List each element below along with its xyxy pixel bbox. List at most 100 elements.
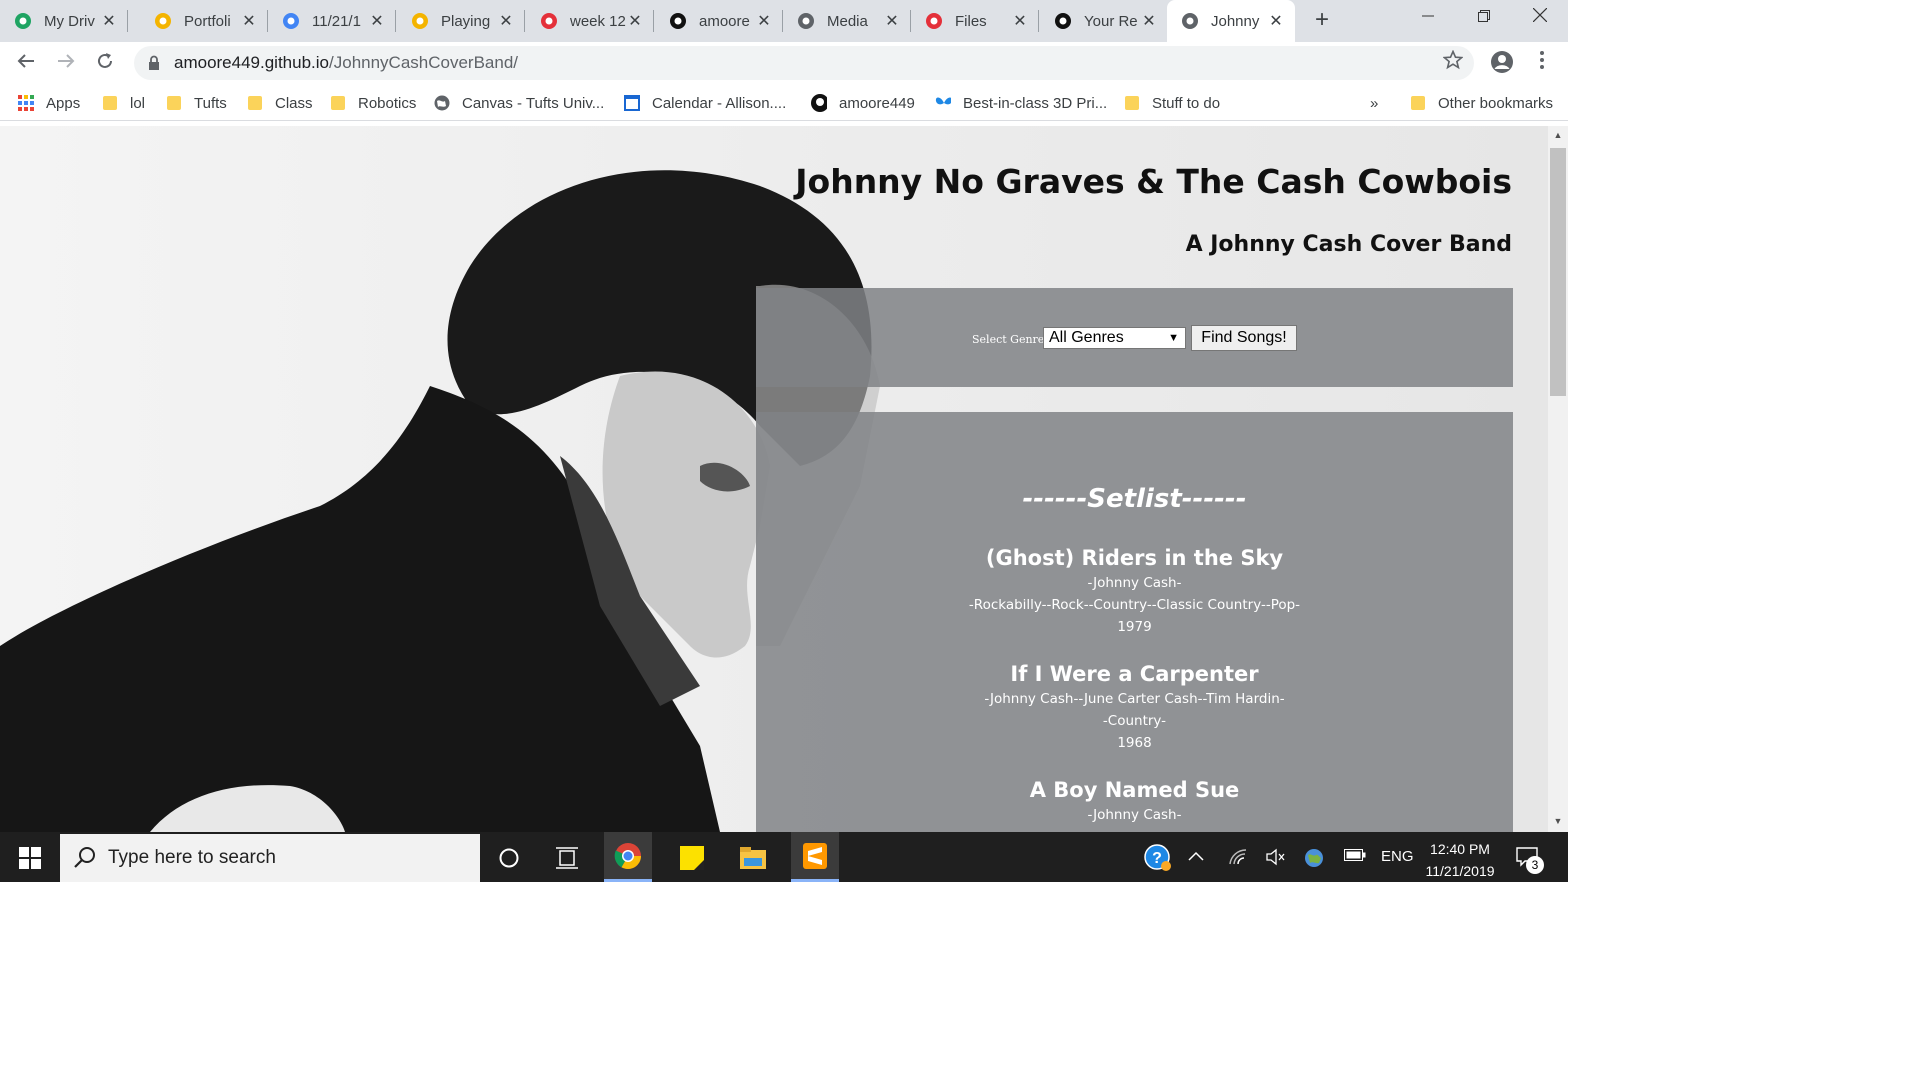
genre-select[interactable]: All Genres ▼ <box>1043 327 1186 349</box>
browser-tab[interactable]: Johnny ✕ <box>1167 0 1295 42</box>
more-bookmarks-button[interactable]: » <box>1370 92 1378 114</box>
browser-tab[interactable]: My Driv ✕ <box>0 0 128 42</box>
bookmark-item[interactable]: lol <box>102 92 145 114</box>
scroll-down-arrow-icon[interactable]: ▼ <box>1548 816 1568 832</box>
taskbar-sublime-text[interactable] <box>791 832 839 882</box>
song-title: (Ghost) Riders in the Sky <box>985 546 1284 570</box>
url-host: amoore449.github.io <box>174 53 330 72</box>
network-button[interactable] <box>1228 848 1248 870</box>
tab-close-icon[interactable]: ✕ <box>755 11 773 31</box>
other-bookmarks[interactable]: Other bookmarks <box>1410 92 1553 114</box>
tab-close-icon[interactable]: ✕ <box>1267 11 1285 31</box>
profile-button[interactable] <box>1488 50 1516 78</box>
song-artists: -Johnny Cash--June Carter Cash--Tim Hard… <box>984 691 1285 707</box>
browser-tab[interactable]: Your Re ✕ <box>1040 0 1168 42</box>
browser-tab[interactable]: Files ✕ <box>911 0 1039 42</box>
help-tray-icon[interactable]: ? <box>1136 838 1180 878</box>
forward-arrow-icon <box>58 54 75 68</box>
onedrive-tray-button[interactable] <box>1304 848 1324 872</box>
github-icon <box>1054 12 1072 30</box>
browser-tab[interactable]: week 12 ✕ <box>526 0 654 42</box>
task-view-button[interactable] <box>544 838 592 878</box>
tab-separator <box>1038 10 1039 32</box>
reload-button[interactable] <box>91 50 119 78</box>
bookmark-label: lol <box>130 94 146 112</box>
browser-tab[interactable]: Playing ✕ <box>397 0 525 42</box>
browser-tab[interactable]: 11/21/1 ✕ <box>268 0 396 42</box>
tab-close-icon[interactable]: ✕ <box>1011 11 1029 31</box>
taskbar-file-explorer[interactable] <box>729 838 777 878</box>
taskbar-sticky-notes[interactable] <box>668 838 716 878</box>
page-title: Johnny No Graves & The Cash Cowbois <box>795 162 1512 201</box>
browser-tab[interactable]: Media ✕ <box>783 0 911 42</box>
star-icon <box>1442 49 1464 70</box>
language-indicator[interactable]: ENG <box>1381 848 1414 865</box>
bookmark-item[interactable]: Robotics <box>330 92 416 114</box>
bookmark-label: amoore449 <box>839 94 915 112</box>
github-icon <box>811 94 827 112</box>
song-title: If I Were a Carpenter <box>1010 662 1259 686</box>
apps-grid-icon <box>18 95 34 111</box>
tab-close-icon[interactable]: ✕ <box>100 11 118 31</box>
url-text[interactable]: amoore449.github.io/JohnnyCashCoverBand/ <box>174 53 518 73</box>
globe-icon <box>797 12 815 30</box>
bookmark-item[interactable]: Calendar - Allison.... <box>624 92 786 114</box>
lock-icon <box>149 55 159 70</box>
forward-button[interactable] <box>52 50 80 78</box>
tab-title: Portfoli <box>184 12 231 30</box>
google-docs-icon <box>282 12 300 30</box>
svg-text:?: ? <box>1152 850 1162 867</box>
setlist-song: (Ghost) Riders in the Sky -Johnny Cash- -R… <box>756 544 1513 638</box>
setlist-panel: ------Setlist------ (Ghost) Riders in th… <box>756 412 1513 832</box>
clock[interactable]: 12:40 PM 11/21/2019 <box>1422 838 1498 882</box>
bookmark-label: Tufts <box>194 94 227 112</box>
bookmark-item[interactable]: Best-in-class 3D Pri... <box>935 92 1107 114</box>
find-songs-button[interactable]: Find Songs! <box>1191 325 1297 351</box>
globe-icon <box>434 95 450 111</box>
close-window-button[interactable] <box>1512 0 1568 36</box>
bookmark-item[interactable]: Canvas - Tufts Univ... <box>434 92 604 114</box>
tab-close-icon[interactable]: ✕ <box>497 11 515 31</box>
tab-close-icon[interactable]: ✕ <box>626 11 644 31</box>
url-path: /JohnnyCashCoverBand/ <box>329 53 519 72</box>
reload-icon <box>98 53 112 68</box>
volume-button[interactable] <box>1266 848 1286 870</box>
bookmark-star-button[interactable] <box>1439 49 1467 78</box>
bookmark-item[interactable]: Class <box>247 92 313 114</box>
bookmark-item[interactable]: Stuff to do <box>1124 92 1220 114</box>
back-button[interactable] <box>12 50 40 78</box>
tab-title: My Driv <box>44 12 95 30</box>
google-slides-icon <box>154 12 172 30</box>
dropdown-arrow-icon: ▼ <box>1168 332 1179 344</box>
web-page: Johnny No Graves & The Cash Cowbois A Jo… <box>0 126 1548 832</box>
minimize-button[interactable] <box>1400 0 1456 36</box>
setlist-title: ------Setlist------ <box>1022 484 1247 514</box>
start-button[interactable] <box>6 838 54 878</box>
show-hidden-icons-button[interactable] <box>1188 848 1204 865</box>
bookmark-item[interactable]: Apps <box>18 92 80 114</box>
notification-badge: 3 <box>1526 856 1544 874</box>
tab-close-icon[interactable]: ✕ <box>1140 11 1158 31</box>
scrollbar-thumb[interactable] <box>1550 148 1566 396</box>
tab-title: Media <box>827 12 868 30</box>
tab-close-icon[interactable]: ✕ <box>883 11 901 31</box>
battery-icon <box>1344 849 1366 861</box>
browser-tab[interactable]: amoore ✕ <box>655 0 783 42</box>
scroll-up-arrow-icon[interactable]: ▲ <box>1548 130 1568 146</box>
battery-button[interactable] <box>1344 848 1366 866</box>
bookmark-item[interactable]: amoore449 <box>811 92 915 114</box>
menu-button[interactable] <box>1528 50 1556 78</box>
search-placeholder: Type here to search <box>108 847 276 868</box>
cortana-button[interactable] <box>485 838 533 878</box>
action-center-button[interactable]: 3 <box>1516 846 1544 874</box>
globe-tray-icon <box>1305 849 1323 867</box>
tab-close-icon[interactable]: ✕ <box>240 11 258 31</box>
bookmark-label: Calendar - Allison.... <box>652 94 787 112</box>
browser-tab[interactable]: Portfoli ✕ <box>140 0 268 42</box>
song-artists: -Johnny Cash- <box>1087 575 1182 591</box>
taskbar-chrome[interactable] <box>604 832 652 882</box>
new-tab-button[interactable]: + <box>1308 6 1336 34</box>
tab-close-icon[interactable]: ✕ <box>368 11 386 31</box>
bookmark-item[interactable]: Tufts <box>166 92 227 114</box>
restore-button[interactable] <box>1456 0 1512 36</box>
